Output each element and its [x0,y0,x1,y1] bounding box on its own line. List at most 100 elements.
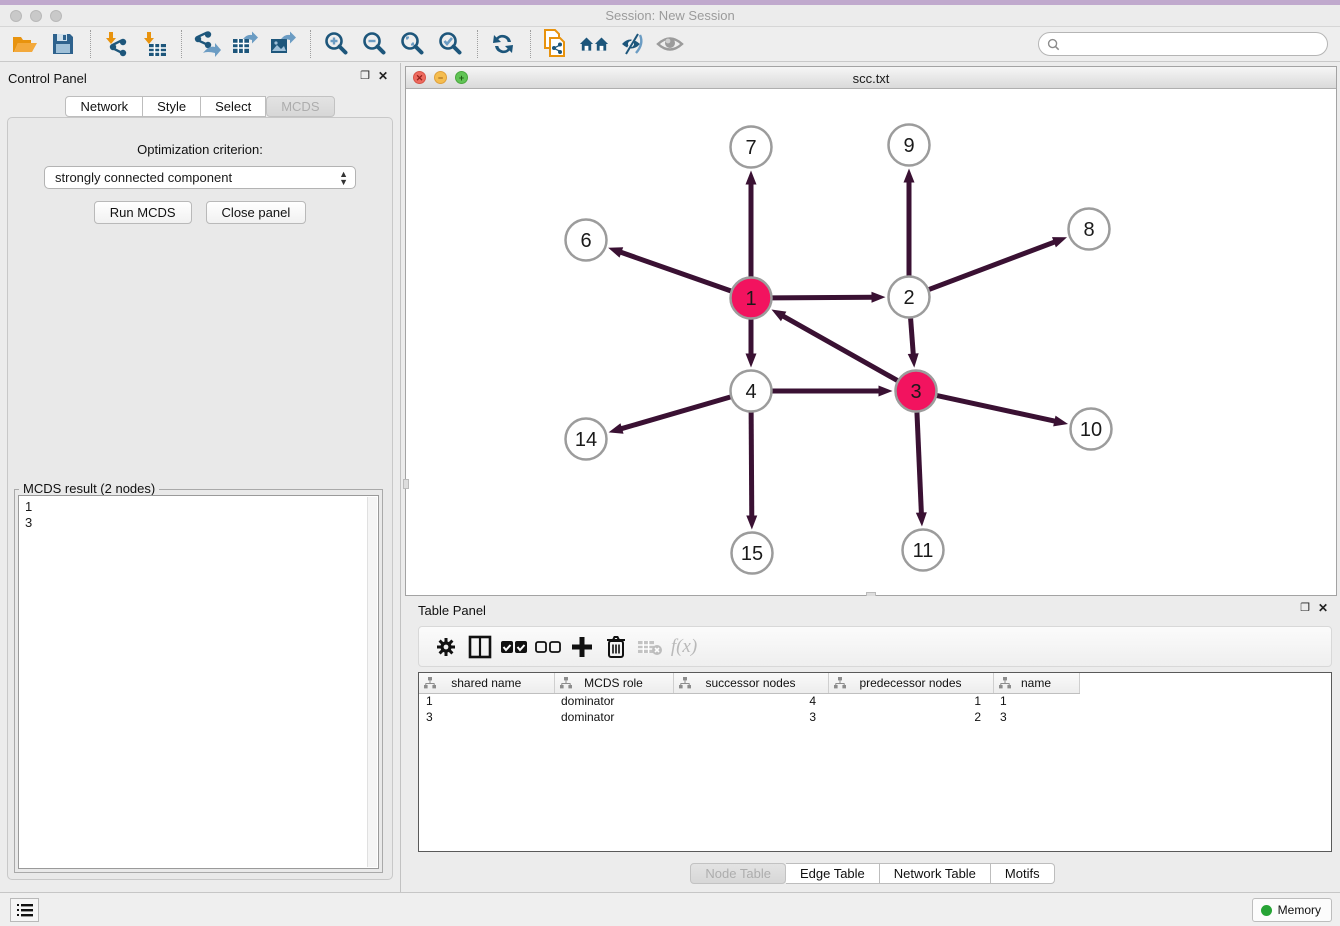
export-image-icon [269,31,297,57]
open-session-button[interactable] [10,30,40,58]
import-table-button[interactable] [139,30,169,58]
export-network-button[interactable] [192,30,222,58]
table-row[interactable]: 3dominator323 [419,709,1079,725]
optimization-criterion-select[interactable]: strongly connected component ▲▼ [44,166,356,189]
cell-mcds_role[interactable]: dominator [554,709,673,725]
mcds-result-textarea[interactable]: 1 3 [18,495,379,869]
tab-select[interactable]: Select [201,96,266,117]
graph-edge-4-14[interactable] [620,397,730,429]
delete-columns-button[interactable] [599,632,633,662]
edge-arrowhead [1053,416,1068,427]
graph-edge-3-11[interactable] [917,412,921,514]
export-image-button[interactable] [268,30,298,58]
zoom-selected-button[interactable] [435,30,465,58]
tab-network-table[interactable]: Network Table [880,863,991,884]
edge-arrowhead [908,353,919,367]
table-settings-button[interactable] [429,632,463,662]
float-panel-icon[interactable]: ❐ [360,71,370,82]
graph-edge-3-1[interactable] [782,315,897,380]
cell-predecessor_nodes[interactable]: 1 [828,693,993,709]
result-scrollbar-track[interactable] [367,497,377,867]
tab-node-table[interactable]: Node Table [690,863,786,884]
search-field[interactable] [1038,32,1328,56]
cell-name[interactable]: 3 [993,709,1079,725]
new-network-from-selection-button[interactable] [541,30,571,58]
splitter-grabber-vertical[interactable] [403,479,409,489]
graph-edge-3-10[interactable] [937,396,1056,422]
network-canvas[interactable]: 7968124314101511 [406,89,1336,595]
column-header-mcds_role[interactable]: MCDS role [554,673,673,693]
table-panel-title: Table Panel [418,603,486,618]
select-all-rows-button[interactable] [497,632,531,662]
float-table-panel-icon[interactable]: ❐ [1300,603,1310,614]
hide-selected-button[interactable] [617,30,647,58]
search-input[interactable] [1060,37,1327,51]
zoom-in-button[interactable] [321,30,351,58]
deselect-all-rows-button[interactable] [531,632,565,662]
export-table-icon [231,31,259,57]
graph-edge-2-3[interactable] [911,318,914,355]
cell-shared_name[interactable]: 1 [419,693,554,709]
zoom-out-button[interactable] [359,30,389,58]
zoom-selected-icon [437,31,463,57]
tab-mcds[interactable]: MCDS [266,96,334,117]
cell-predecessor_nodes[interactable]: 2 [828,709,993,725]
window-titlebar[interactable]: Session: New Session [0,5,1340,27]
graph-edge-4-15[interactable] [751,412,752,517]
apply-layout-button[interactable] [488,30,518,58]
add-column-button[interactable] [565,632,599,662]
graph-edge-2-8[interactable] [929,242,1056,290]
column-header-shared_name[interactable]: shared name [419,673,554,693]
houses-icon [579,32,609,56]
toggle-panel-columns-button[interactable] [463,632,497,662]
column-header-successor_nodes[interactable]: successor nodes [673,673,828,693]
network-window-titlebar[interactable]: ✕ − + scc.txt [406,67,1336,89]
memory-button[interactable]: Memory [1252,898,1332,922]
gear-icon [435,636,457,658]
control-panel-title: Control Panel [8,71,87,86]
tab-motifs[interactable]: Motifs [991,863,1055,884]
column-header-name[interactable]: name [993,673,1079,693]
tab-network[interactable]: Network [65,96,143,117]
run-mcds-button[interactable]: Run MCDS [94,201,192,224]
close-panel-icon[interactable]: ✕ [378,70,388,82]
show-graphics-details-button[interactable] [655,30,685,58]
export-table-button[interactable] [230,30,260,58]
toolbar-separator [477,30,478,58]
import-network-icon [103,31,129,57]
hide-eye-icon [618,32,646,56]
column-type-icon [560,677,572,692]
close-table-panel-icon[interactable]: ✕ [1318,602,1328,614]
function-builder-button[interactable]: f(x) [667,632,701,662]
table-row[interactable]: 1dominator411 [419,693,1079,709]
cell-name[interactable]: 1 [993,693,1079,709]
close-panel-button[interactable]: Close panel [206,201,307,224]
graph-node-label: 10 [1080,419,1102,441]
save-session-button[interactable] [48,30,78,58]
refresh-layout-icon [490,31,516,57]
graph-node-label: 4 [745,381,756,403]
tab-style[interactable]: Style [143,96,201,117]
column-header-predecessor_nodes[interactable]: predecessor nodes [828,673,993,693]
zoom-in-icon [323,31,349,57]
task-history-button[interactable] [10,898,39,922]
import-network-button[interactable] [101,30,131,58]
delete-table-icon [637,638,663,656]
edge-arrowhead [916,512,927,526]
zoom-fit-button[interactable] [397,30,427,58]
eye-icon [655,33,685,55]
node-table-container[interactable]: shared nameMCDS rolesuccessor nodesprede… [418,672,1332,852]
cell-shared_name[interactable]: 3 [419,709,554,725]
network-graph[interactable]: 7968124314101511 [406,89,1336,595]
tab-edge-table[interactable]: Edge Table [786,863,880,884]
graph-edge-1-2[interactable] [772,297,873,298]
cell-mcds_role[interactable]: dominator [554,693,673,709]
edge-arrowhead [904,169,915,183]
table-panel-tabs: Node Table Edge Table Network Table Moti… [405,863,1340,884]
delete-table-button[interactable] [633,632,667,662]
optimization-criterion-label: Optimization criterion: [8,142,392,157]
first-neighbors-button[interactable] [579,30,609,58]
cell-successor_nodes[interactable]: 3 [673,709,828,725]
graph-edge-1-6[interactable] [619,252,730,291]
cell-successor_nodes[interactable]: 4 [673,693,828,709]
